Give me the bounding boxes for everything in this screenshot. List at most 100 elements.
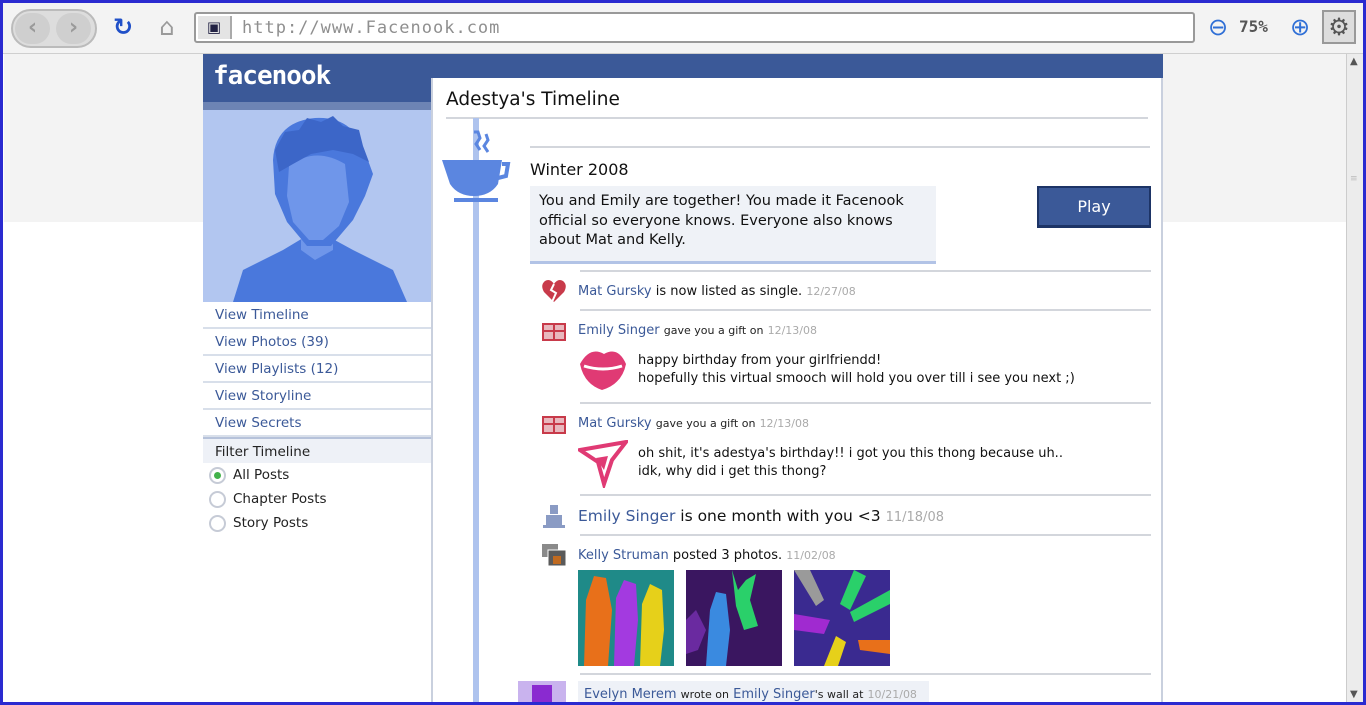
gift-message: oh shit, it's adestya's birthday!! i got… [638,445,1063,481]
chapter-text-line: You and Emily are together! You made it … [539,193,904,209]
timeline-spine [473,118,479,705]
sidebar-item-storyline[interactable]: View Storyline [203,383,431,410]
post-action: gave you a gift on [663,324,764,337]
forward-button[interactable]: › [56,13,91,44]
broken-heart-icon [542,280,566,303]
person-icon [543,505,565,528]
scroll-down-icon[interactable]: ▼ [1350,689,1358,700]
post-action-suffix: 's wall at [814,688,864,701]
coffee-cup-icon [442,130,511,202]
poster-name-link[interactable]: Emily Singer [578,507,675,525]
chapter-summary: You and Emily are together! You made it … [530,186,936,264]
avatar-silhouette-icon [532,685,552,705]
poster-name-link[interactable]: Evelyn Merem [584,687,677,702]
avatar-silhouette-icon [203,110,431,302]
thong-icon [578,440,628,488]
filter-timeline-heading: Filter Timeline [203,437,431,463]
post-divider [580,309,1151,311]
gift-icon [542,416,566,434]
poster-name-link[interactable]: Mat Gursky [578,416,652,431]
zoom-out-icon[interactable]: ⊖ [1203,12,1233,42]
nav-button-group: ‹ › [11,9,97,48]
photo-dancers-icon [686,570,758,666]
gift-message-line: hopefully this virtual smooch will hold … [638,371,1075,386]
scroll-up-icon[interactable]: ▲ [1350,56,1358,67]
logo-divider [203,102,431,110]
post-date: 12/13/08 [759,417,809,430]
post-relationship: Emily Singer is one month with you <3 11… [578,507,944,525]
sidebar-item-secrets[interactable]: View Secrets [203,410,431,437]
radio-icon[interactable] [209,515,226,532]
wall-owner-link[interactable]: Emily Singer [733,687,815,702]
post-gift-header: Mat Gursky gave you a gift on 12/13/08 [578,416,809,431]
gift-message-line: happy birthday from your girlfriendd! [638,353,882,368]
sidebar-item-playlists[interactable]: View Playlists (12) [203,356,431,383]
filter-label: All Posts [233,467,290,483]
scroll-thumb[interactable]: ≡ [1350,174,1359,184]
page-scrollbar[interactable]: ▲ ≡ ▼ [1346,54,1363,702]
home-icon[interactable]: ⌂ [152,12,182,42]
post-divider [580,402,1151,404]
radio-icon[interactable] [209,491,226,508]
gift-message: happy birthday from your girlfriendd! ho… [638,352,1075,388]
post-text: is one month with you <3 [680,507,881,525]
chapter-text-line: about Mat and Kelly. [539,232,686,248]
post-date: 11/02/08 [786,549,836,562]
filter-chapter-posts[interactable]: Chapter Posts [203,487,431,511]
post-divider [580,270,1151,272]
profile-picture[interactable] [203,110,431,302]
settings-gear-icon[interactable]: ⚙ [1322,10,1356,44]
poster-name-link[interactable]: Kelly Struman [578,548,669,563]
play-button[interactable]: Play [1037,186,1151,228]
post-divider [580,534,1151,536]
chapter-divider [530,146,1150,148]
poster-name-link[interactable]: Mat Gursky [578,284,652,299]
zoom-in-icon[interactable]: ⊕ [1285,12,1315,42]
avatar[interactable] [518,681,566,705]
back-button[interactable]: ‹ [15,13,50,44]
gift-icon [542,323,566,341]
filter-all-posts[interactable]: All Posts [203,463,431,487]
post-status-change: Mat Gursky is now listed as single. 12/2… [578,284,856,299]
title-divider [446,117,1148,119]
sidebar-nav: View Timeline View Photos (39) View Play… [203,302,431,535]
post-divider [580,673,1151,675]
post-photos: Kelly Struman posted 3 photos. 11/02/08 [578,548,836,563]
refresh-icon[interactable]: ↻ [108,12,138,42]
sidebar-item-photos[interactable]: View Photos (39) [203,329,431,356]
page-title: Adestya's Timeline [446,89,620,110]
photo-people-icon [584,576,664,666]
site-logo[interactable]: facenook [203,54,431,102]
post-date: 12/13/08 [767,324,817,337]
radio-selected-icon[interactable] [209,467,226,484]
gift-message-line: idk, why did i get this thong? [638,464,827,479]
post-divider [580,494,1151,496]
filter-story-posts[interactable]: Story Posts [203,511,431,535]
zoom-level: 75% [1239,17,1268,36]
sidebar-item-timeline[interactable]: View Timeline [203,302,431,329]
season-heading: Winter 2008 [530,160,629,179]
photos-icon [542,544,567,567]
address-bar[interactable]: ▣ http://www.Facenook.com [194,12,1195,43]
filter-label: Chapter Posts [233,491,327,507]
post-text: is now listed as single. [655,284,803,299]
post-date: 12/27/08 [806,285,856,298]
chapter-text-line: official so everyone knows. Everyone als… [539,212,893,229]
poster-name-link[interactable]: Emily Singer [578,323,660,338]
post-action: gave you a gift on [655,417,756,430]
photo-thumbnail[interactable] [794,570,890,666]
lips-icon [580,351,626,390]
gift-message-line: oh shit, it's adestya's birthday!! i got… [638,446,1063,461]
photo-thumbnail[interactable] [578,570,674,666]
browser-toolbar: ‹ › ↻ ⌂ ▣ http://www.Facenook.com ⊖ 75% … [0,0,1366,54]
post-date: 11/18/08 [885,510,944,525]
filter-label: Story Posts [233,515,309,531]
site-info-icon[interactable]: ▣ [198,16,232,39]
url-text: http://www.Facenook.com [242,18,501,38]
post-gift-header: Emily Singer gave you a gift on 12/13/08 [578,323,817,338]
post-date: 10/21/08 [867,688,917,701]
post-text: posted 3 photos. [672,548,783,563]
post-wall: Evelyn Merem wrote on Emily Singer's wal… [584,687,917,702]
photo-thumbnail[interactable] [686,570,782,666]
photo-hands-icon [794,570,890,666]
